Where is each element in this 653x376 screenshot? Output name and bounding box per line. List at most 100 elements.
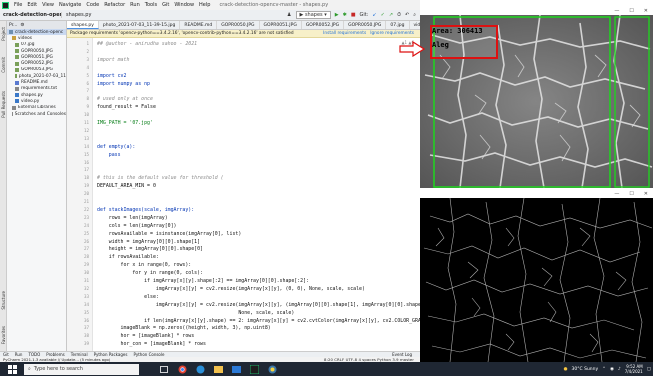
debug-icon[interactable]: ✱ [343, 12, 347, 18]
network-icon[interactable]: ◉ [610, 367, 614, 372]
user-icon[interactable]: ♟ [287, 12, 291, 18]
git-commit-icon[interactable]: ✓ [381, 12, 385, 18]
menu-file[interactable]: File [14, 2, 22, 8]
editor-tab[interactable]: GOPR0050.JPG [344, 21, 387, 29]
menu-view[interactable]: View [42, 2, 54, 8]
menu-help[interactable]: Help [199, 2, 210, 8]
line-number: 28 [83, 254, 89, 260]
maximize-icon[interactable]: ☐ [629, 8, 633, 14]
project-tree-item-label: shapes.py [21, 92, 43, 98]
editor-tab[interactable]: GOPR0051.JPG [260, 21, 302, 29]
line-number: 17 [83, 167, 89, 173]
line-number: 11 [83, 120, 89, 125]
python-taskbar-icon[interactable] [263, 362, 281, 376]
code-line: if imgArray[x][y].shape[:2] == imgArray[… [97, 278, 309, 284]
code-line: None, scale, scale) [97, 309, 295, 316]
volume-icon[interactable]: ♪ [618, 367, 621, 372]
line-number: 35 [83, 309, 89, 315]
menu-window[interactable]: Window [174, 2, 194, 8]
notification-icon[interactable]: ▢ [647, 367, 651, 372]
file-explorer-icon[interactable] [209, 362, 227, 376]
close-icon[interactable]: ✕ [644, 191, 648, 197]
clock[interactable]: 9:52 AM 7/4/2021 [625, 364, 643, 374]
project-tree-item[interactable]: Scratches and Consoles [7, 111, 66, 117]
git-update-icon[interactable]: ↙ [372, 12, 376, 18]
line-number: 9 [86, 104, 89, 110]
taskbar-search-box[interactable]: ⌕ Type here to search [24, 363, 139, 375]
code-line: hor = [imageBlank] * rows [97, 333, 195, 340]
pycharm-taskbar-icon[interactable] [245, 362, 263, 376]
run-config-select[interactable]: ▶ shapes ▾ [295, 11, 331, 19]
git-push-icon[interactable]: ↗ [389, 12, 393, 18]
project-tree-item-label: video.py [21, 98, 40, 104]
project-tree-item-label: 07.jpg [21, 42, 35, 48]
minimize-icon[interactable]: — [614, 191, 619, 197]
stop-icon[interactable]: ■ [351, 12, 356, 18]
line-number: 10 [83, 112, 89, 118]
project-tree: crack-detection-openc videos 07.jpg GOPR005… [7, 29, 66, 117]
code-editor[interactable]: 1 2 3 4 5 6 7 8 9 10 11 12 13 14 15 16 17 18 19 20 21 22 23 24 2… [67, 38, 420, 351]
favorites-tool-tab[interactable]: Favorites [1, 326, 6, 344]
project-tree-item[interactable]: crack-detection-openc [7, 29, 66, 36]
editor-tab[interactable]: 07.jpg [386, 21, 410, 29]
pycharm-window: File Edit View Navigate Code Refactor Ru… [0, 0, 420, 362]
line-number: 33 [83, 293, 89, 299]
file-type-icon [15, 55, 19, 60]
rollback-icon[interactable]: ↶ [405, 12, 409, 18]
run-icon[interactable]: ▶ [335, 12, 339, 18]
maximize-icon[interactable]: ☐ [629, 191, 633, 197]
editor-tab[interactable]: README.md [180, 21, 218, 29]
start-button[interactable] [0, 362, 24, 376]
project-tree-item-label: requirements.txt [21, 86, 58, 92]
commit-tool-tab[interactable]: Commit [1, 57, 6, 73]
line-number: 25 [83, 230, 89, 236]
project-tree-item-label: GOPR0051.JPG [21, 54, 53, 60]
project-tool-tab[interactable]: Project [1, 27, 6, 41]
menu-git[interactable]: Git [162, 2, 169, 8]
edge-icon[interactable] [191, 362, 209, 376]
breadcrumb-file[interactable]: shapes.py [62, 12, 95, 18]
panel-settings-icon[interactable]: ⚙ [20, 23, 24, 28]
project-tree-item-label: crack-detection-openc [15, 29, 64, 35]
area-value-label: Area: 306413 [432, 27, 483, 35]
breadcrumb-project[interactable]: crack-detection-opencv-master [0, 12, 62, 18]
line-number: 32 [83, 285, 89, 291]
install-requirements-link[interactable]: Install requirements [323, 31, 370, 36]
line-number: 3 [86, 56, 89, 62]
project-panel-title[interactable]: Pr... [9, 23, 17, 28]
left-tool-strip: Project Commit Pull Requests Structure F… [0, 21, 7, 351]
close-icon[interactable]: ✕ [644, 8, 648, 14]
task-view-icon[interactable] [155, 362, 173, 376]
chrome-icon[interactable] [173, 362, 191, 376]
file-type-icon [12, 112, 13, 116]
edges-window-controls: — ☐ ✕ [420, 190, 653, 198]
editor-tabs: shapes.py photo_2021-07-03_11-39-15.jpg RE… [67, 21, 420, 30]
history-icon[interactable]: ⏱ [397, 12, 401, 18]
menu-code[interactable]: Code [86, 2, 99, 8]
menu-refactor[interactable]: Refactor [104, 2, 125, 8]
project-tree-item-label: GOPR0050.JPG [21, 48, 53, 54]
line-number: 5 [86, 72, 89, 78]
screen: File Edit View Navigate Code Refactor Ru… [0, 0, 653, 376]
search-everywhere-icon[interactable]: ⌕ [413, 12, 416, 18]
minimize-icon[interactable]: — [614, 8, 619, 14]
pull-requests-tool-tab[interactable]: Pull Requests [1, 91, 6, 118]
search-icon: ⌕ [28, 366, 31, 372]
weather-text[interactable]: 30°C Sunny [572, 367, 599, 372]
editor-tab[interactable]: photo_2021-07-03_11-39-15.jpg [99, 21, 181, 29]
structure-tool-tab[interactable]: Structure [1, 291, 6, 310]
editor-tab[interactable]: GOPR0052.JPG [302, 21, 345, 29]
editor-tab[interactable]: shapes.py [67, 21, 99, 29]
menu-tools[interactable]: Tools [145, 2, 157, 8]
menu-navigate[interactable]: Navigate [59, 2, 81, 8]
menu-run[interactable]: Run [130, 2, 140, 8]
editor-tab[interactable]: video.py [410, 21, 421, 29]
editor-tab[interactable]: GOPR0050.JPG [217, 21, 260, 29]
code-line: DEFAULT_AREA_MIN = 0 [97, 183, 156, 190]
code-line: for x in range(0, rows): [97, 262, 192, 269]
mail-icon[interactable] [227, 362, 245, 376]
tray-chevron-icon[interactable]: ⌃ [602, 367, 606, 372]
weather-icon[interactable]: ● [564, 367, 568, 372]
menu-edit[interactable]: Edit [27, 2, 37, 8]
ignore-requirements-link[interactable]: Ignore requirements [370, 31, 420, 36]
